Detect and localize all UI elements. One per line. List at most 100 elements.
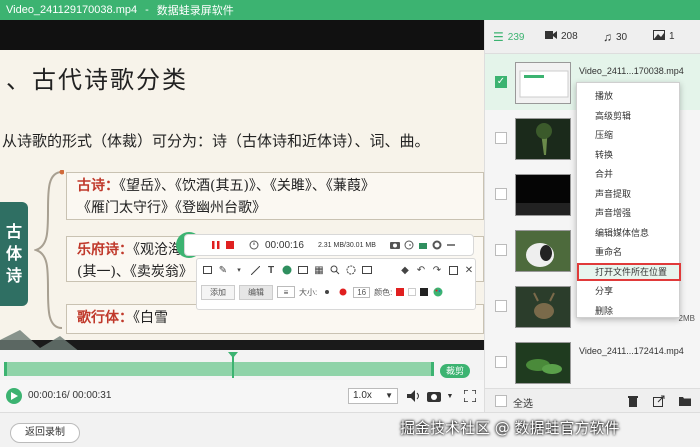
- context-menu-item[interactable]: 重命名: [577, 243, 681, 261]
- size-value[interactable]: 16: [353, 286, 371, 298]
- size-dot-large-icon[interactable]: [337, 286, 349, 298]
- playhead[interactable]: [228, 352, 238, 378]
- context-menu-item[interactable]: 打开文件所在位置: [577, 262, 681, 281]
- trim-button[interactable]: 裁剪: [440, 364, 471, 378]
- export-icon[interactable]: [651, 393, 667, 409]
- context-menu-item[interactable]: 高级剪辑: [577, 107, 681, 125]
- color-swatch-white[interactable]: [408, 288, 417, 296]
- pen-tool-icon[interactable]: ✎: [217, 264, 229, 276]
- magnifier-tool-icon[interactable]: [329, 264, 341, 276]
- eraser-icon[interactable]: ◆: [399, 264, 411, 276]
- poem-line: 《雁门太守行》《登幽州台歌》: [77, 200, 266, 216]
- select-all-checkbox[interactable]: [495, 395, 507, 407]
- number-tool-icon[interactable]: [281, 264, 293, 276]
- camera-icon[interactable]: [388, 238, 402, 252]
- video-thumbnail: [515, 342, 571, 384]
- whiteboard-tool-icon[interactable]: [361, 264, 373, 276]
- toolbox-icon[interactable]: [416, 238, 430, 252]
- window-filename: Video_241129170038.mp4: [6, 4, 138, 16]
- stop-icon[interactable]: [223, 238, 237, 252]
- time-readout: 00:00:16/ 00:00:31: [28, 390, 112, 401]
- image-icon: [653, 30, 665, 43]
- tab-edit[interactable]: 编辑: [239, 284, 273, 300]
- video-thumbnail: [515, 230, 571, 272]
- app-name: 数据蛙录屏软件: [156, 5, 234, 17]
- chevron-down-icon[interactable]: ▼: [442, 388, 458, 404]
- slide-intro: 从诗歌的形式（体裁）可分为：诗（古体诗和近体诗）、词、曲。: [2, 132, 430, 150]
- timer-icon: [247, 238, 261, 252]
- close-icon[interactable]: ✕: [463, 264, 475, 276]
- tab-count: 208: [561, 31, 578, 42]
- folder-icon[interactable]: [677, 393, 693, 409]
- recorder-toolbar: 00:00:16 2.31 MB/30.01 MB: [184, 234, 474, 256]
- video-thumbnail: [515, 286, 571, 328]
- dropdown-icon[interactable]: ▾: [233, 264, 245, 276]
- playback-controls: 00:00:16/ 00:00:31 1.0x ▼ ▼: [0, 380, 484, 412]
- context-menu-item[interactable]: 编辑媒体信息: [577, 224, 681, 242]
- context-menu-item[interactable]: 声音增强: [577, 204, 681, 222]
- play-button[interactable]: [6, 388, 22, 404]
- back-to-record-button[interactable]: 返回录制: [10, 423, 80, 443]
- title-bar: Video_241129170038.mp4 - 数据蛙录屏软件: [0, 0, 700, 20]
- timeline[interactable]: 裁剪: [0, 350, 484, 380]
- checkbox[interactable]: ✓: [495, 76, 507, 88]
- tab-video[interactable]: ☰ 239: [493, 30, 524, 44]
- redo-icon[interactable]: ↷: [431, 264, 443, 276]
- context-menu-item[interactable]: 压缩: [577, 126, 681, 144]
- poem-line: 《白雪: [133, 310, 168, 326]
- size-dot-small-icon[interactable]: [321, 286, 333, 298]
- timeline-track[interactable]: [4, 362, 434, 376]
- context-menu: 播放高级剪辑 压缩转换 合并声音提取 声音增强编辑媒体信息 重命名 打开文件所在位置 分享删…: [576, 82, 681, 320]
- mountain-decoration: [0, 330, 78, 350]
- play-icon: [11, 392, 18, 400]
- tab-record[interactable]: 208: [545, 30, 578, 43]
- fullscreen-icon[interactable]: [462, 388, 478, 404]
- color-swatch-red[interactable]: [396, 288, 405, 296]
- clock-icon[interactable]: [402, 238, 416, 252]
- camera-icon[interactable]: [426, 388, 442, 404]
- spotlight-tool-icon[interactable]: [345, 264, 357, 276]
- undo-icon[interactable]: ↶: [415, 264, 427, 276]
- context-menu-item[interactable]: 分享: [577, 282, 681, 300]
- line-style-icon[interactable]: ≡: [277, 286, 295, 298]
- save-icon[interactable]: [447, 264, 459, 276]
- image-tool-icon[interactable]: [297, 264, 309, 276]
- list-item[interactable]: Video_2411...172414.mp4: [485, 334, 700, 388]
- checkbox[interactable]: [495, 188, 507, 200]
- gear-icon[interactable]: [430, 238, 444, 252]
- media-footer: 全选: [485, 388, 700, 412]
- watermark: 掘金技术社区 @ 数据蛙官方软件: [400, 419, 620, 437]
- title-separator: -: [145, 4, 149, 16]
- file-size: 2MB: [678, 314, 695, 323]
- minimize-icon[interactable]: [444, 238, 458, 252]
- mosaic-tool-icon[interactable]: ▦: [313, 264, 325, 276]
- video-icon: [545, 30, 557, 43]
- slide-top-band: [0, 20, 484, 50]
- speed-select[interactable]: 1.0x ▼: [348, 388, 398, 404]
- color-palette-icon[interactable]: [432, 286, 444, 298]
- context-menu-item[interactable]: 播放: [577, 87, 681, 105]
- tab-count: 239: [507, 31, 525, 43]
- rectangle-tool-icon[interactable]: [201, 264, 213, 276]
- checkbox[interactable]: [495, 132, 507, 144]
- tab-audio[interactable]: ♫ 30: [603, 30, 627, 44]
- tab-add[interactable]: 添加: [201, 284, 235, 300]
- trash-icon[interactable]: [625, 393, 641, 409]
- context-menu-item[interactable]: 转换: [577, 146, 681, 164]
- checkbox[interactable]: [495, 356, 507, 368]
- pause-icon[interactable]: [209, 238, 223, 252]
- color-swatch-black[interactable]: [420, 288, 429, 296]
- text-tool-icon[interactable]: T: [265, 264, 277, 276]
- poem-category: 古诗：: [77, 178, 119, 194]
- checkbox[interactable]: [495, 244, 507, 256]
- video-thumbnail: [515, 118, 571, 160]
- tab-image[interactable]: 1: [653, 30, 675, 43]
- annotation-options-row: 添加 编辑 ≡ 大小: 16 颜色:: [197, 281, 475, 303]
- music-icon: ♫: [603, 30, 612, 44]
- line-tool-icon[interactable]: [249, 264, 261, 276]
- context-menu-item[interactable]: 删除: [577, 302, 681, 320]
- context-menu-item[interactable]: 合并: [577, 165, 681, 183]
- checkbox[interactable]: [495, 300, 507, 312]
- volume-icon[interactable]: [406, 388, 422, 404]
- context-menu-item[interactable]: 声音提取: [577, 185, 681, 203]
